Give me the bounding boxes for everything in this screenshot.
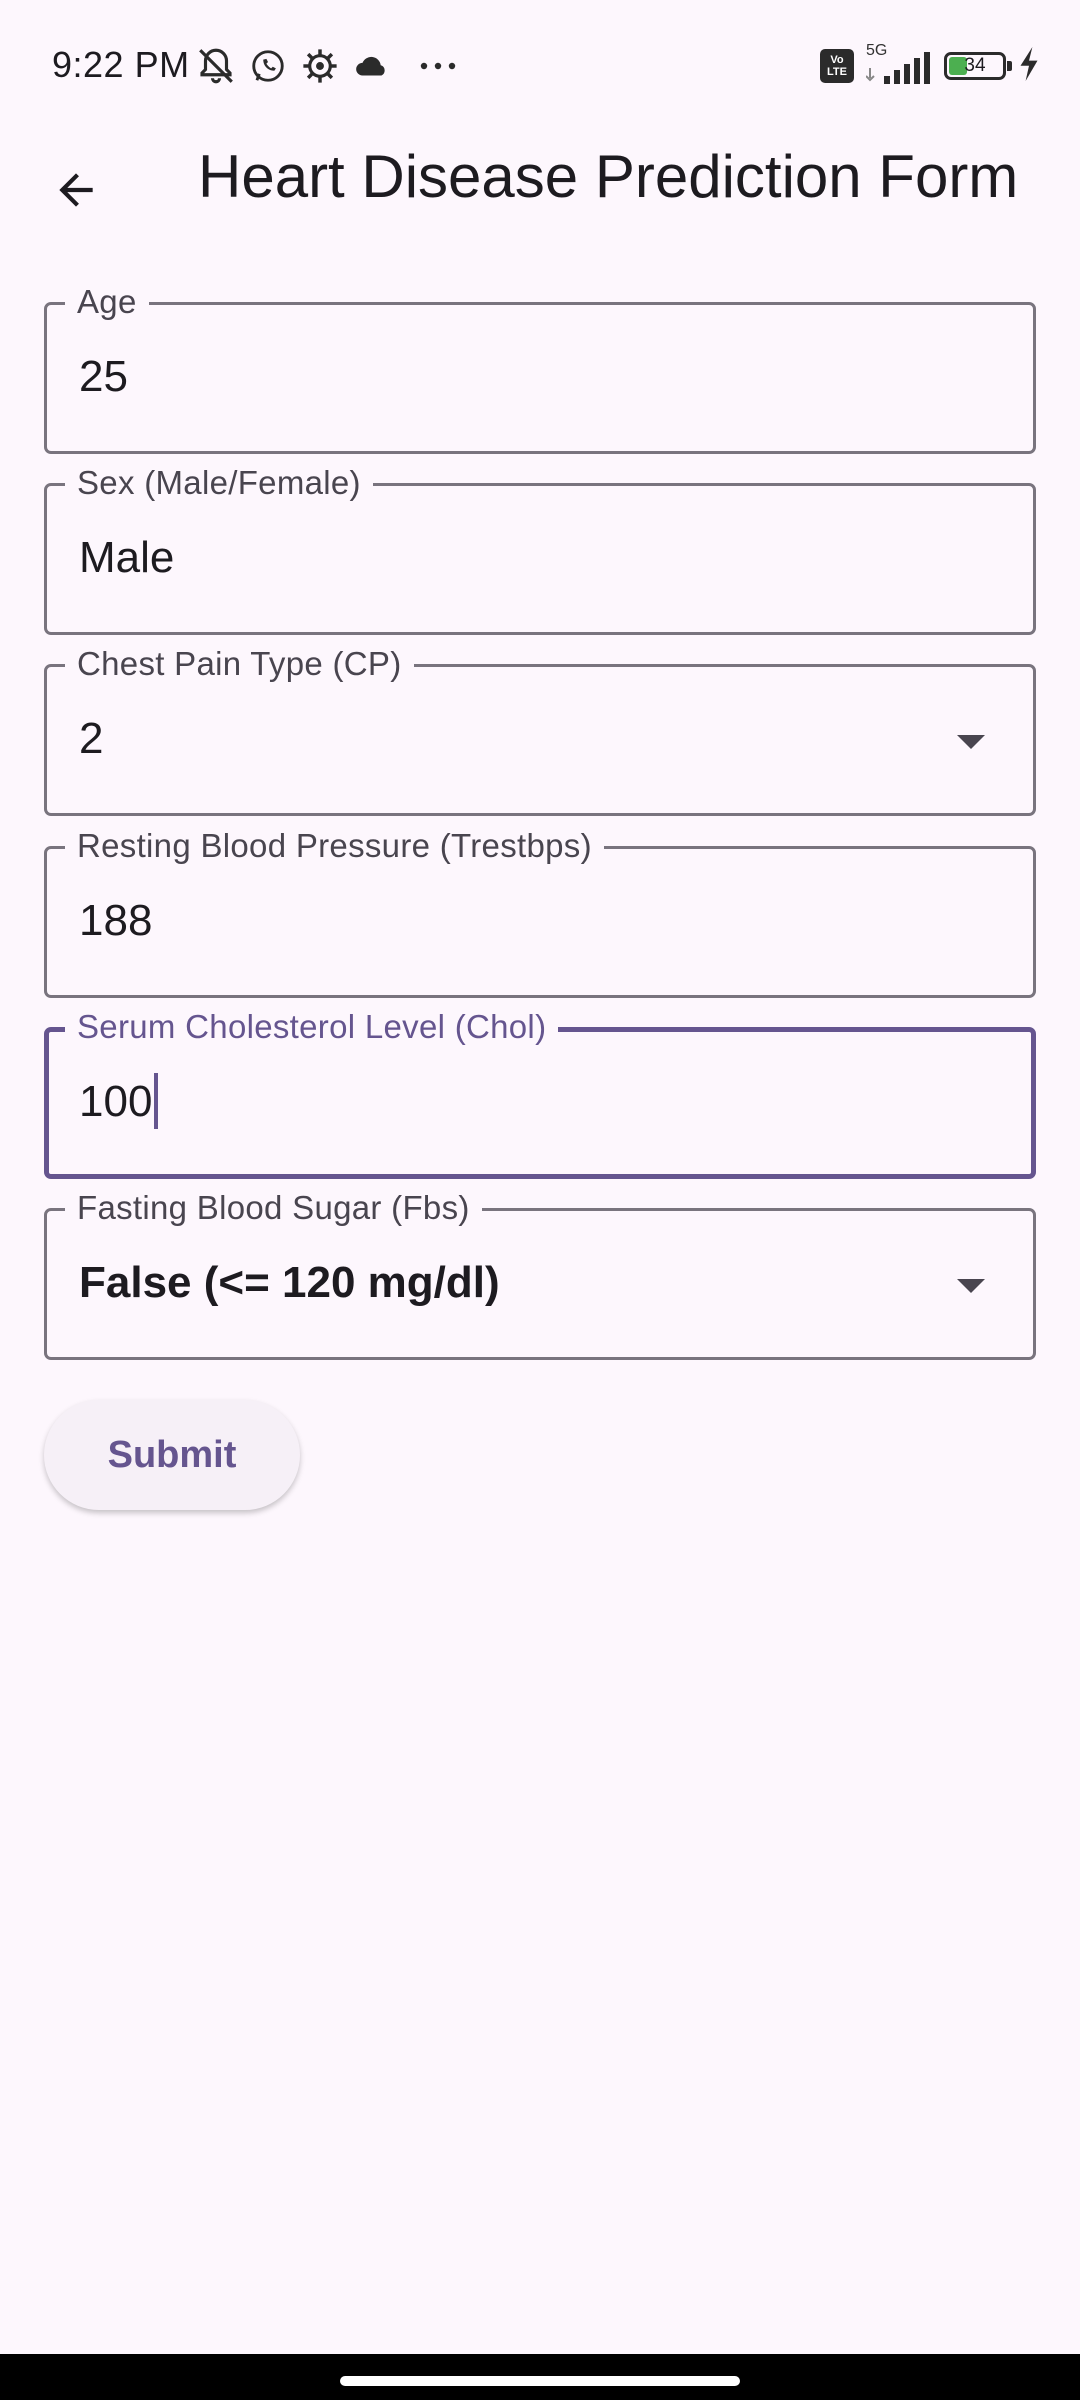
cloud-icon bbox=[351, 45, 393, 87]
gear-icon bbox=[299, 45, 341, 87]
submit-button[interactable]: Submit bbox=[44, 1400, 300, 1510]
more-dots-icon bbox=[417, 45, 459, 87]
battery-tip bbox=[1007, 61, 1012, 71]
dropdown-arrow-icon[interactable] bbox=[957, 1279, 985, 1293]
sex-label: Sex (Male/Female) bbox=[65, 462, 373, 504]
fasting-blood-sugar-dropdown[interactable]: Fasting Blood Sugar (Fbs) False (<= 120 … bbox=[44, 1187, 1036, 1360]
age-field[interactable]: Age 25 bbox=[44, 281, 1036, 454]
signal-icon: 5G bbox=[866, 42, 932, 86]
chest-pain-type-label: Chest Pain Type (CP) bbox=[65, 643, 414, 685]
whatsapp-icon bbox=[247, 45, 289, 87]
sex-field[interactable]: Sex (Male/Female) Male bbox=[44, 462, 1036, 635]
resting-blood-pressure-label: Resting Blood Pressure (Trestbps) bbox=[65, 825, 604, 867]
fasting-blood-sugar-label: Fasting Blood Sugar (Fbs) bbox=[65, 1187, 482, 1229]
arrow-back-icon bbox=[59, 173, 93, 207]
muted-bell-icon bbox=[195, 45, 237, 87]
resting-blood-pressure-value: 188 bbox=[79, 896, 153, 945]
dropdown-arrow-icon[interactable] bbox=[957, 735, 985, 749]
navigation-bar bbox=[0, 2354, 1080, 2400]
chest-pain-type-dropdown[interactable]: Chest Pain Type (CP) 2 bbox=[44, 643, 1036, 816]
serum-cholesterol-value: 100 bbox=[79, 1077, 153, 1126]
volte-label-bottom: LTE bbox=[827, 66, 847, 78]
back-button[interactable] bbox=[36, 150, 116, 230]
app-bar: Heart Disease Prediction Form bbox=[0, 130, 1080, 226]
battery-percent: 34 bbox=[964, 55, 986, 76]
resting-blood-pressure-field[interactable]: Resting Blood Pressure (Trestbps) 188 bbox=[44, 825, 1036, 998]
age-value: 25 bbox=[79, 352, 128, 401]
serum-cholesterol-value-wrap: 100 bbox=[79, 1070, 159, 1134]
home-indicator[interactable] bbox=[340, 2376, 740, 2386]
battery-icon: 34 bbox=[944, 52, 1012, 80]
volte-label-top: Vo bbox=[830, 54, 844, 66]
sex-value: Male bbox=[79, 533, 175, 582]
fasting-blood-sugar-value: False (<= 120 mg/dl) bbox=[79, 1258, 500, 1307]
volte-icon: Vo LTE bbox=[820, 49, 854, 83]
status-icons-left bbox=[195, 44, 459, 88]
serum-cholesterol-label: Serum Cholesterol Level (Chol) bbox=[65, 1006, 559, 1048]
page-title: Heart Disease Prediction Form bbox=[198, 143, 1019, 210]
serum-cholesterol-field[interactable]: Serum Cholesterol Level (Chol) 100 bbox=[44, 1006, 1036, 1179]
age-label: Age bbox=[65, 281, 149, 323]
charging-bolt-icon bbox=[1018, 46, 1040, 86]
status-time: 9:22 PM bbox=[52, 44, 190, 85]
status-bar: 9:22 PM Vo LTE 5G 34 bbox=[0, 0, 1080, 130]
text-cursor bbox=[154, 1073, 159, 1130]
status-icons-right: Vo LTE 5G 34 bbox=[820, 42, 1040, 88]
chest-pain-type-value: 2 bbox=[79, 714, 104, 763]
